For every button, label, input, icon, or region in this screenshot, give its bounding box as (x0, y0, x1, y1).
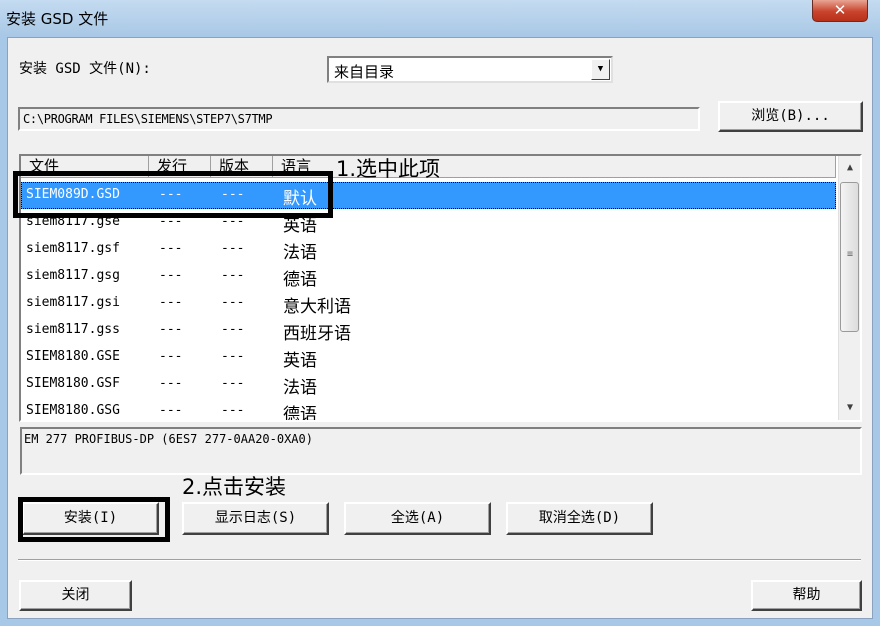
vertical-scrollbar[interactable]: ▲ ≡ ▼ (838, 156, 860, 420)
deselect-all-button-label: 取消全选(D) (538, 510, 621, 526)
scrollbar-thumb[interactable]: ≡ (840, 182, 859, 332)
scroll-up-arrow-icon[interactable]: ▲ (840, 158, 860, 178)
file-description-text: EM 277 PROFIBUS-DP (6ES7 277-0AA20-0XA0) (24, 432, 313, 446)
select-all-button-label: 全选(A) (390, 510, 445, 526)
show-log-button[interactable]: 显示日志(S) (182, 502, 329, 535)
browse-button[interactable]: 浏览(B)... (718, 101, 863, 132)
file-row[interactable]: SIEM8180.GSF --- --- 法语 (21, 371, 836, 398)
install-source-value: 来自目录 (334, 63, 395, 81)
close-button-label: 关闭 (61, 587, 90, 603)
annotation-highlight-install (18, 497, 170, 542)
grip-icon: ≡ (846, 249, 854, 260)
help-button-label: 帮助 (792, 587, 821, 603)
title-bar[interactable]: 安装 GSD 文件 ✕ (0, 0, 880, 36)
close-icon: ✕ (833, 1, 847, 19)
directory-path-value: C:\PROGRAM FILES\SIEMENS\STEP7\S7TMP (23, 112, 273, 126)
close-window-button[interactable]: ✕ (812, 0, 868, 22)
window-title: 安装 GSD 文件 (6, 10, 109, 28)
install-from-label: 安装 GSD 文件(N): (19, 61, 151, 77)
file-row[interactable]: siem8117.gsi --- --- 意大利语 (21, 290, 836, 317)
file-row[interactable]: SIEM8180.GSE --- --- 英语 (21, 344, 836, 371)
directory-path-field[interactable]: C:\PROGRAM FILES\SIEMENS\STEP7\S7TMP (18, 107, 700, 131)
dialog-window: 安装 GSD 文件 ✕ 安装 GSD 文件(N): 来自目录 ▼ C:\PROG… (0, 0, 880, 626)
file-description-box: EM 277 PROFIBUS-DP (6ES7 277-0AA20-0XA0) (20, 427, 862, 475)
annotation-highlight-file (13, 171, 333, 218)
scroll-down-arrow-icon[interactable]: ▼ (840, 398, 860, 418)
install-source-dropdown[interactable]: 来自目录 ▼ (327, 56, 613, 83)
file-row[interactable]: SIEM8180.GSG --- --- 德语 (21, 398, 836, 420)
show-log-button-label: 显示日志(S) (214, 510, 297, 526)
file-row[interactable]: siem8117.gsf --- --- 法语 (21, 236, 836, 263)
select-all-button[interactable]: 全选(A) (344, 502, 491, 535)
deselect-all-button[interactable]: 取消全选(D) (506, 502, 653, 535)
browse-button-label: 浏览(B)... (751, 108, 830, 124)
file-row[interactable]: siem8117.gss --- --- 西班牙语 (21, 317, 836, 344)
annotation-step2-text: 2.点击安装 (182, 475, 287, 499)
separator-line (18, 559, 861, 561)
close-button[interactable]: 关闭 (19, 580, 132, 611)
help-button[interactable]: 帮助 (751, 580, 862, 611)
annotation-step1-text: 1.选中此项 (336, 157, 441, 181)
dropdown-arrow-icon[interactable]: ▼ (591, 59, 610, 80)
file-row[interactable]: siem8117.gsg --- --- 德语 (21, 263, 836, 290)
